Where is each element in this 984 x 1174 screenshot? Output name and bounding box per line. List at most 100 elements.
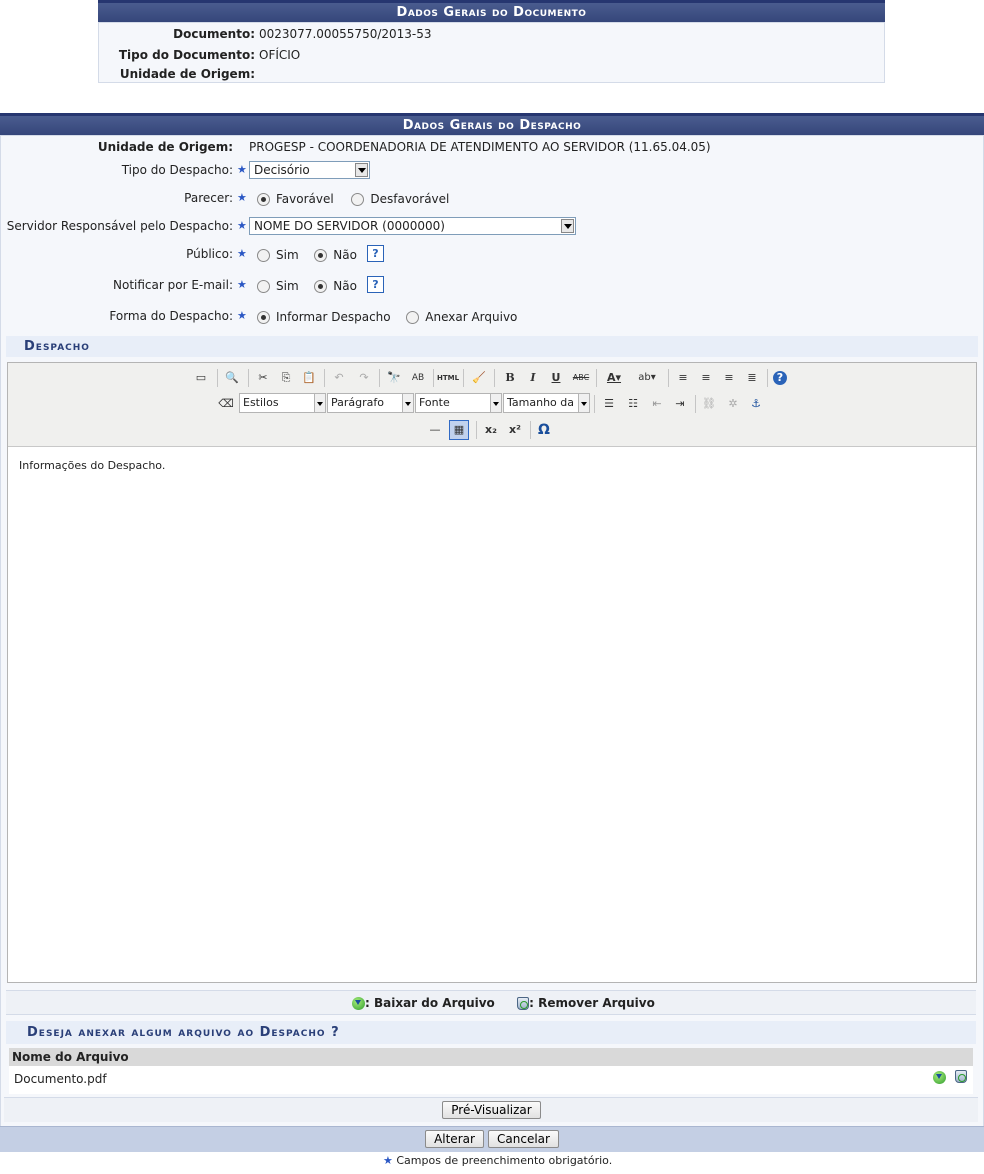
required-star-icon: ★ bbox=[237, 278, 247, 291]
anexo-table: Nome do Arquivo Documento.pdf bbox=[9, 1048, 973, 1094]
cut-icon[interactable]: ✂ bbox=[254, 369, 272, 387]
find-icon[interactable]: 🔭 bbox=[385, 369, 403, 387]
unidade-origem-value: PROGESP - COORDENADORIA DE ATENDIMENTO A… bbox=[249, 140, 711, 154]
align-center-icon[interactable]: ≡ bbox=[697, 369, 715, 387]
toolbar-separator bbox=[324, 369, 325, 387]
notificar-nao-radio[interactable] bbox=[314, 280, 328, 293]
pre-visualizar-button[interactable]: Pré-Visualizar bbox=[442, 1101, 541, 1119]
chevron-down-icon bbox=[578, 394, 589, 412]
toolbar-separator bbox=[767, 369, 768, 387]
table-icon[interactable]: ▦ bbox=[449, 420, 469, 440]
editor-content-area[interactable]: Informações do Despacho. bbox=[8, 447, 976, 982]
estilos-select[interactable]: Estilos bbox=[239, 393, 326, 413]
parecer-favoravel-label: Favorável bbox=[276, 192, 334, 206]
align-right-icon[interactable]: ≡ bbox=[720, 369, 738, 387]
horizontal-rule-icon[interactable]: — bbox=[426, 421, 444, 439]
highlight-color-icon[interactable]: ab▾ bbox=[634, 369, 660, 387]
redo-icon[interactable]: ↷ bbox=[355, 369, 373, 387]
editor-toolbar: ▭ 🔍 ✂ ⎘ 📋 ↶ ↷ 🔭 AB HTML 🧹 B I U ABC A▾ a… bbox=[8, 363, 976, 447]
paste-icon[interactable]: 📋 bbox=[300, 369, 318, 387]
servidor-select[interactable]: NOME DO SERVIDOR (0000000) bbox=[249, 217, 576, 235]
cleanup-icon[interactable]: 🧹 bbox=[470, 369, 488, 387]
parecer-favoravel-radio[interactable] bbox=[257, 193, 270, 206]
toolbar-separator bbox=[248, 369, 249, 387]
align-left-icon[interactable]: ≡ bbox=[674, 369, 692, 387]
html-icon[interactable]: HTML bbox=[437, 369, 459, 387]
forma-anexar-label: Anexar Arquivo bbox=[425, 310, 518, 324]
anchor-icon[interactable]: ⚓ bbox=[747, 395, 765, 413]
forma-label: Forma do Despacho: bbox=[109, 309, 233, 323]
notificar-sim-radio[interactable] bbox=[257, 280, 270, 293]
italic-icon[interactable]: I bbox=[524, 369, 542, 387]
required-star-icon: ★ bbox=[237, 163, 247, 176]
toolbar-separator bbox=[668, 369, 669, 387]
help-icon[interactable]: ? bbox=[367, 276, 384, 293]
font-color-icon[interactable]: A▾ bbox=[602, 369, 626, 387]
superscript-icon[interactable]: x² bbox=[506, 421, 524, 439]
paragrafo-select[interactable]: Parágrafo bbox=[327, 393, 414, 413]
tipo-documento-label: Tipo do Documento: bbox=[118, 48, 255, 62]
download-icon[interactable] bbox=[933, 1071, 946, 1084]
underline-icon[interactable]: U bbox=[547, 369, 565, 387]
fonte-select[interactable]: Fonte bbox=[415, 393, 502, 413]
publico-sim-label: Sim bbox=[276, 248, 299, 262]
unidade-origem-doc-label: Unidade de Origem: bbox=[119, 67, 255, 81]
required-star-icon: ★ bbox=[237, 219, 247, 232]
remove-file-icon[interactable] bbox=[955, 1070, 967, 1083]
bullet-list-icon[interactable]: ☰ bbox=[600, 395, 618, 413]
notificar-options: Sim Não bbox=[257, 279, 357, 293]
undo-icon[interactable]: ↶ bbox=[330, 369, 348, 387]
copy-icon[interactable]: ⎘ bbox=[277, 369, 295, 387]
numbered-list-icon[interactable]: ☷ bbox=[624, 395, 642, 413]
chevron-down-icon bbox=[314, 394, 325, 412]
notificar-nao-label: Não bbox=[333, 279, 357, 293]
despacho-section-title: Despacho bbox=[6, 336, 978, 357]
servidor-label: Servidor Responsável pelo Despacho: bbox=[6, 219, 233, 233]
editor-content-text: Informações do Despacho. bbox=[19, 459, 166, 472]
unlink-icon[interactable]: ✲ bbox=[724, 395, 742, 413]
publico-sim-radio[interactable] bbox=[257, 249, 270, 262]
documento-label: Documento: bbox=[173, 27, 255, 41]
despacho-panel-title: Dados Gerais do Despacho bbox=[0, 113, 984, 135]
anexo-section-title: Deseja anexar algum arquivo ao Despacho … bbox=[6, 1021, 976, 1044]
replace-icon[interactable]: AB bbox=[409, 369, 427, 387]
required-fields-note: ★ Campos de preenchimento obrigatório. bbox=[383, 1154, 612, 1167]
special-char-icon[interactable]: Ω bbox=[535, 421, 553, 439]
indent-icon[interactable]: ⇥ bbox=[671, 395, 689, 413]
cancelar-button[interactable]: Cancelar bbox=[488, 1130, 559, 1148]
bold-icon[interactable]: B bbox=[501, 369, 519, 387]
forma-informar-label: Informar Despacho bbox=[276, 310, 391, 324]
justify-icon[interactable]: ≣ bbox=[743, 369, 761, 387]
forma-anexar-radio[interactable] bbox=[406, 311, 420, 324]
toolbar-separator bbox=[463, 369, 464, 387]
download-icon bbox=[352, 997, 365, 1010]
toolbar-separator bbox=[433, 369, 434, 387]
toolbar-separator bbox=[530, 421, 531, 439]
parecer-desfavoravel-radio[interactable] bbox=[351, 193, 365, 206]
parecer-label: Parecer: bbox=[184, 191, 233, 205]
unidade-origem-label: Unidade de Origem: bbox=[97, 140, 233, 154]
required-star-icon: ★ bbox=[237, 247, 247, 260]
chevron-down-icon bbox=[561, 219, 574, 233]
rich-text-editor: ▭ 🔍 ✂ ⎘ 📋 ↶ ↷ 🔭 AB HTML 🧹 B I U ABC A▾ a… bbox=[7, 362, 977, 983]
eraser-icon[interactable]: ⌫ bbox=[217, 395, 235, 413]
anexo-table-header: Nome do Arquivo bbox=[9, 1048, 973, 1066]
help-icon[interactable]: ? bbox=[773, 371, 787, 385]
link-icon[interactable]: ⛓ bbox=[700, 395, 718, 413]
notificar-label: Notificar por E-mail: bbox=[113, 278, 233, 292]
subscript-icon[interactable]: x₂ bbox=[482, 421, 500, 439]
fullscreen-icon[interactable]: ▭ bbox=[192, 369, 210, 387]
strikethrough-icon[interactable]: ABC bbox=[570, 369, 592, 387]
publico-nao-radio[interactable] bbox=[314, 249, 328, 262]
legend-remover: : Remover Arquivo bbox=[529, 996, 655, 1010]
preview-icon[interactable]: 🔍 bbox=[223, 369, 241, 387]
tamanho-select[interactable]: Tamanho da Fonte bbox=[503, 393, 590, 413]
tipo-documento-value: OFÍCIO bbox=[259, 48, 301, 62]
tipo-despacho-select[interactable]: Decisório bbox=[249, 161, 370, 179]
publico-nao-label: Não bbox=[333, 248, 357, 262]
outdent-icon[interactable]: ⇤ bbox=[648, 395, 666, 413]
tipo-despacho-label: Tipo do Despacho: bbox=[121, 163, 233, 177]
alterar-button[interactable]: Alterar bbox=[425, 1130, 484, 1148]
forma-informar-radio[interactable] bbox=[257, 311, 270, 324]
help-icon[interactable]: ? bbox=[367, 245, 384, 262]
